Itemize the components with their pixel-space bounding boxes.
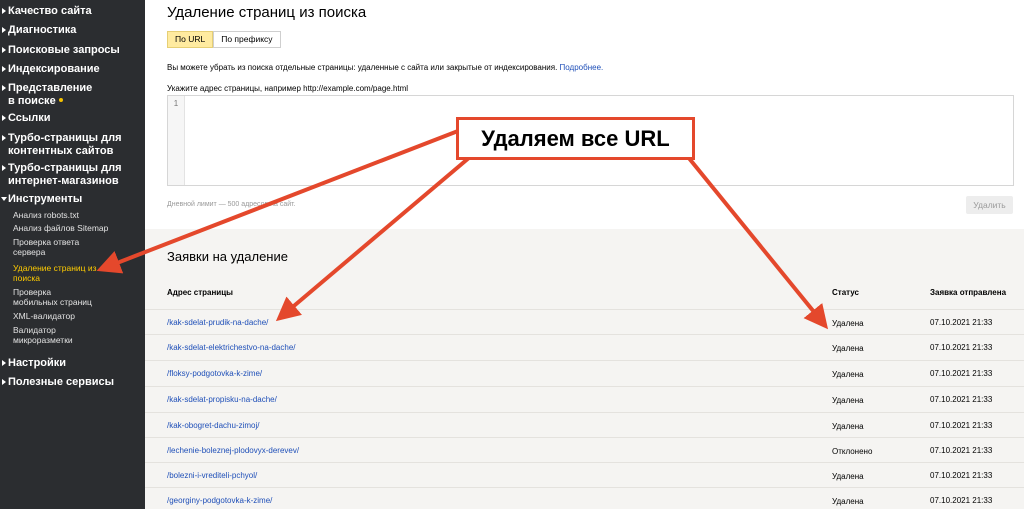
tool-sitemap-analysis[interactable]: Анализ файлов Sitemap	[13, 223, 141, 233]
tool-server-response[interactable]: Проверка ответа сервера	[13, 237, 141, 257]
description: Вы можете убрать из поиска отдельные стр…	[167, 63, 604, 72]
page-url-link[interactable]: /bolezni-i-vrediteli-pchyol/	[167, 471, 257, 480]
table-row: /kak-obogret-dachu-zimoj/Удалена 07.10.20…	[145, 412, 1024, 437]
url-input-label: Укажите адрес страницы, например http://…	[167, 84, 409, 93]
sidebar-item-turbo-content[interactable]: Турбо-страницы для контентных сайтов	[2, 132, 142, 158]
status-cell: Удалена	[832, 396, 864, 405]
line-number: 1	[168, 96, 185, 185]
triangle-right-icon	[2, 360, 6, 366]
page-url-link[interactable]: /kak-obogret-dachu-zimoj/	[167, 421, 259, 430]
table-row: /floksy-podgotovka-k-zime/Удалена 07.10.2…	[145, 360, 1024, 385]
page-url-link[interactable]: /kak-sdelat-propisku-na-dache/	[167, 395, 277, 404]
more-link[interactable]: Подробнее.	[560, 63, 604, 72]
status-cell: Удалена	[832, 370, 864, 379]
sidebar-item-search-queries[interactable]: Поисковые запросы	[2, 44, 142, 57]
status-cell: Удалена	[832, 422, 864, 431]
tool-remove-pages[interactable]: Удаление страниц из поиска	[13, 263, 141, 283]
triangle-right-icon	[2, 27, 6, 33]
table-row: /kak-sdelat-elektrichestvo-na-dache/Удал…	[145, 334, 1024, 359]
notification-dot-icon	[58, 98, 63, 102]
column-header-address: Адрес страницы	[167, 288, 233, 297]
date-cell: 07.10.2021 21:33	[930, 496, 993, 505]
status-cell: Удалена	[832, 344, 864, 353]
sidebar-item-tools[interactable]: Инструменты	[1, 193, 142, 206]
sidebar-item-diagnostics[interactable]: Диагностика	[2, 24, 142, 37]
triangle-right-icon	[2, 8, 6, 14]
date-cell: 07.10.2021 21:33	[930, 318, 993, 327]
requests-title: Заявки на удаление	[167, 249, 288, 264]
triangle-right-icon	[2, 115, 6, 121]
page-url-link[interactable]: /kak-sdelat-elektrichestvo-na-dache/	[167, 343, 296, 352]
page-url-link[interactable]: /floksy-podgotovka-k-zime/	[167, 369, 262, 378]
page-url-link[interactable]: /georginy-podgotovka-k-zime/	[167, 496, 272, 505]
daily-limit-text: Дневной лимит — 500 адресов на сайт.	[167, 201, 296, 208]
date-cell: 07.10.2021 21:33	[930, 369, 993, 378]
page-title: Удаление страниц из поиска	[167, 4, 367, 21]
sidebar-item-search-appearance[interactable]: Представление в поиске	[2, 82, 142, 108]
sidebar-item-turbo-shops[interactable]: Турбо-страницы для интернет-магазинов	[2, 162, 142, 188]
date-cell: 07.10.2021 21:33	[930, 471, 993, 480]
triangle-right-icon	[2, 165, 6, 171]
tool-microdata-validator[interactable]: Валидатор микроразметки	[13, 325, 141, 345]
sidebar-item-settings[interactable]: Настройки	[2, 357, 142, 370]
table-row: /lechenie-boleznej-plodovyx-derevev/Откл…	[145, 437, 1024, 462]
page-url-link[interactable]: /kak-sdelat-prudik-na-dache/	[167, 318, 268, 327]
page-url-link[interactable]: /lechenie-boleznej-plodovyx-derevev/	[167, 446, 299, 455]
tab-by-prefix[interactable]: По префиксу	[213, 31, 281, 48]
mode-tabs: По URL По префиксу	[167, 31, 281, 48]
table-row: /bolezni-i-vrediteli-pchyol/Удалена 07.10…	[145, 462, 1024, 487]
triangle-right-icon	[2, 379, 6, 385]
sidebar-item-indexing[interactable]: Индексирование	[2, 63, 142, 76]
table-row: /georginy-podgotovka-k-zime/Удалена 07.10…	[145, 487, 1024, 509]
delete-button[interactable]: Удалить	[966, 196, 1013, 214]
date-cell: 07.10.2021 21:33	[930, 446, 993, 455]
table-row: /kak-sdelat-propisku-na-dache/Удалена 07.…	[145, 386, 1024, 411]
status-cell: Отклонено	[832, 447, 873, 456]
tool-robots-analysis[interactable]: Анализ robots.txt	[13, 210, 141, 220]
table-row: /kak-sdelat-prudik-na-dache/Удалена 07.10…	[145, 309, 1024, 334]
tab-by-url[interactable]: По URL	[167, 31, 214, 48]
date-cell: 07.10.2021 21:33	[930, 395, 993, 404]
sidebar: Качество сайта Диагностика Поисковые зап…	[0, 0, 145, 509]
annotation-callout: Удаляем все URL	[456, 117, 695, 160]
sidebar-item-site-quality[interactable]: Качество сайта	[2, 5, 142, 18]
tool-xml-validator[interactable]: XML-валидатор	[13, 311, 141, 321]
sidebar-item-links[interactable]: Ссылки	[2, 112, 142, 125]
sidebar-item-useful-services[interactable]: Полезные сервисы	[2, 376, 142, 389]
status-cell: Удалена	[832, 319, 864, 328]
date-cell: 07.10.2021 21:33	[930, 343, 993, 352]
triangle-right-icon	[2, 135, 6, 141]
triangle-down-icon	[1, 197, 7, 201]
column-header-status: Статус	[832, 288, 859, 297]
status-cell: Удалена	[832, 472, 864, 481]
triangle-right-icon	[2, 66, 6, 72]
date-cell: 07.10.2021 21:33	[930, 421, 993, 430]
tool-mobile-check[interactable]: Проверка мобильных страниц	[13, 287, 141, 307]
column-header-sent: Заявка отправлена	[930, 288, 1007, 297]
triangle-right-icon	[2, 85, 6, 91]
status-cell: Удалена	[832, 497, 864, 506]
triangle-right-icon	[2, 47, 6, 53]
